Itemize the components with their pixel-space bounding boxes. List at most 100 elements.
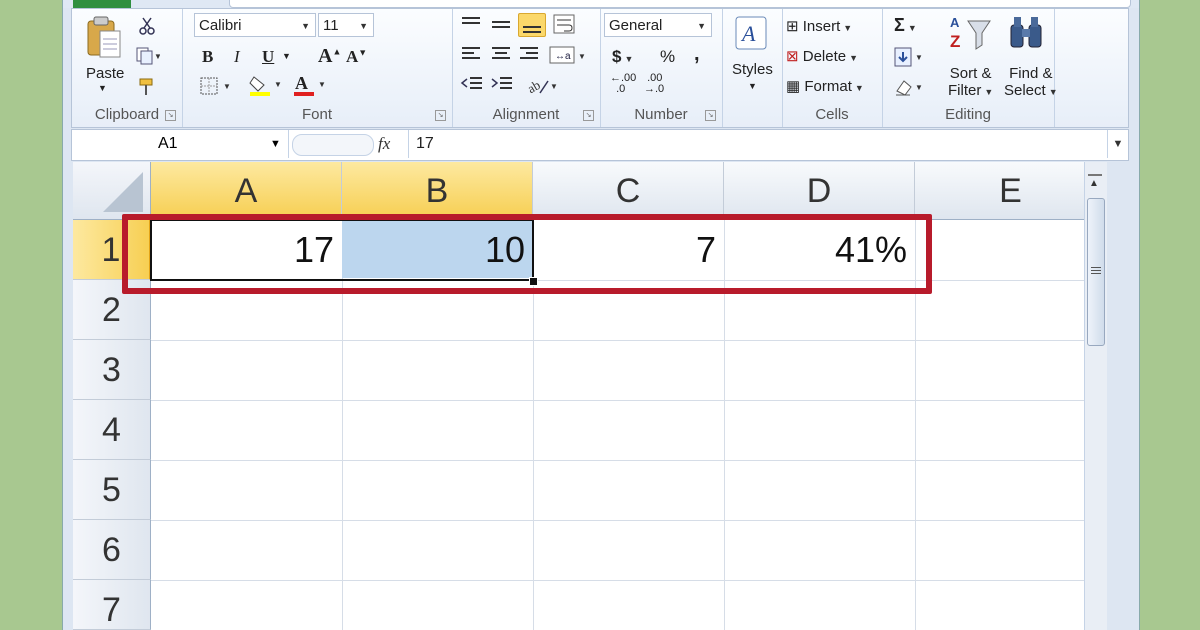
decrease-decimal-icon[interactable]: .00 →.0	[644, 73, 664, 95]
paste-button[interactable]: Paste	[86, 65, 124, 82]
alignment-launcher-icon[interactable]: ↘	[583, 110, 594, 121]
row-header-5[interactable]: 5	[73, 460, 151, 520]
increase-indent-icon[interactable]	[490, 75, 514, 97]
binoculars-icon[interactable]	[1008, 15, 1044, 55]
grid-line	[151, 400, 1107, 401]
clear-button[interactable]: ▼	[894, 77, 924, 101]
styles-group: A Styles ▼	[722, 9, 783, 127]
clipboard-launcher-icon[interactable]: ↘	[165, 110, 176, 121]
row-header-7[interactable]: 7	[73, 580, 151, 630]
scroll-thumb[interactable]	[1087, 198, 1105, 346]
chevron-down-icon[interactable]: ▼	[270, 130, 281, 158]
comma-button[interactable]: ,	[694, 43, 700, 66]
row-header-3[interactable]: 3	[73, 340, 151, 400]
formula-input[interactable]: 17	[416, 130, 434, 158]
currency-button[interactable]: $ ▼	[612, 47, 633, 67]
grow-font-icon[interactable]: A▲	[318, 45, 341, 68]
file-tab[interactable]	[73, 0, 131, 8]
bottom-align-icon[interactable]	[518, 13, 546, 37]
number-launcher-icon[interactable]: ↘	[705, 110, 716, 121]
select-label: Select	[1004, 82, 1046, 99]
find-select-button[interactable]: Find & Select ▼	[1004, 65, 1058, 101]
column-header-b[interactable]: B	[342, 162, 533, 220]
insert-button[interactable]: ⊞ Insert ▼	[786, 17, 852, 35]
delete-button[interactable]: ⊠ Delete ▼	[786, 47, 858, 65]
format-cells-icon: ▦	[786, 78, 801, 95]
svg-text:▼: ▼	[318, 80, 326, 89]
cells-group: ⊞ Insert ▼ ⊠ Delete ▼ ▦ Format ▼ Cells	[782, 9, 883, 127]
column-header-a[interactable]: A	[151, 162, 342, 220]
font-label: Font	[301, 106, 332, 123]
svg-text:↔a: ↔a	[555, 51, 571, 62]
borders-icon[interactable]: ▼	[200, 77, 232, 99]
chevron-down-icon: ▼	[907, 23, 917, 33]
sort-filter-icon[interactable]: AZ	[948, 13, 992, 57]
insert-cells-icon: ⊞	[786, 18, 799, 35]
fill-color-icon[interactable]: ▼	[248, 73, 284, 101]
svg-text:A: A	[295, 73, 308, 93]
decrease-indent-icon[interactable]	[460, 75, 484, 97]
row-header-6[interactable]: 6	[73, 520, 151, 580]
paste-arrow-icon[interactable]: ▼	[98, 83, 107, 93]
row-header-4[interactable]: 4	[73, 400, 151, 460]
middle-align-icon[interactable]	[490, 15, 512, 37]
bold-button[interactable]: B	[202, 47, 213, 67]
styles-icon[interactable]: A	[734, 15, 768, 55]
editing-group: Σ ▼ ▼ ▼ AZ Sort & Filter ▼ Find & Select ▼ Ed…	[882, 9, 1058, 127]
scroll-up-icon[interactable]: ▲	[1089, 178, 1099, 189]
number-label: Number	[634, 106, 688, 123]
top-align-icon[interactable]	[460, 15, 482, 37]
insert-function-icon[interactable]: fx	[378, 130, 406, 158]
chevron-down-icon: ▼	[854, 83, 864, 93]
font-launcher-icon[interactable]: ↘	[435, 110, 446, 121]
select-all-corner[interactable]	[73, 162, 151, 220]
number-group: General ▼ $ ▼ % , ←.00 .0 .00 →.0 Number ↘	[600, 9, 723, 127]
orientation-icon[interactable]: ab ▼	[525, 75, 560, 99]
alignment-group: ↔a ▼ ab ▼ Alignment ↘	[452, 9, 601, 127]
sort-filter-button[interactable]: Sort & Filter ▼	[948, 65, 993, 101]
expand-formula-icon[interactable]: ▼	[1107, 130, 1128, 158]
delete-label: Delete	[802, 48, 847, 65]
split-handle[interactable]	[1088, 164, 1102, 176]
chevron-down-icon: ▼	[697, 21, 706, 31]
column-header-c[interactable]: C	[533, 162, 724, 220]
font-name-dropdown[interactable]: Calibri ▼	[194, 13, 316, 37]
paste-icon[interactable]	[84, 15, 124, 59]
italic-button[interactable]: I	[234, 47, 240, 67]
merge-center-icon[interactable]: ↔a ▼	[548, 45, 588, 69]
styles-arrow-icon[interactable]: ▼	[748, 81, 757, 91]
font-size-dropdown[interactable]: 11 ▼	[318, 13, 374, 37]
formula-resize-handle[interactable]	[292, 134, 374, 156]
currency-symbol: $	[612, 47, 622, 66]
font-size-value: 11	[323, 17, 339, 34]
name-box-value: A1	[158, 135, 178, 152]
format-painter-icon[interactable]	[138, 77, 158, 101]
number-format-dropdown[interactable]: General ▼	[604, 13, 712, 37]
editing-label: Editing	[945, 106, 991, 123]
styles-button[interactable]: Styles	[732, 61, 773, 78]
underline-button[interactable]: U	[262, 47, 274, 67]
column-header-d[interactable]: D	[724, 162, 915, 220]
cut-icon[interactable]	[138, 17, 156, 39]
svg-text:▼: ▼	[154, 52, 160, 61]
copy-icon[interactable]: ▼	[136, 47, 162, 69]
chevron-down-icon: ▼	[843, 23, 853, 33]
percent-button[interactable]: %	[660, 47, 675, 67]
fill-button[interactable]: ▼	[894, 47, 924, 71]
increase-decimal-icon[interactable]: ←.00 .0	[610, 73, 636, 95]
grid-line	[151, 520, 1107, 521]
format-button[interactable]: ▦ Format ▼	[786, 77, 864, 95]
shrink-font-icon[interactable]: A▼	[346, 47, 367, 67]
name-box[interactable]: A1 ▼	[72, 130, 289, 158]
font-color-icon[interactable]: A ▼	[292, 73, 328, 101]
underline-arrow-icon[interactable]: ▼	[282, 51, 291, 61]
autosum-button[interactable]: Σ ▼	[894, 15, 917, 36]
vertical-scrollbar[interactable]: ▲	[1084, 162, 1107, 630]
wrap-text-icon[interactable]	[552, 13, 578, 39]
chevron-down-icon: ▼	[849, 53, 859, 63]
svg-text:▼: ▼	[274, 80, 282, 89]
column-header-e[interactable]: E	[915, 162, 1107, 220]
align-left-icon[interactable]	[460, 45, 482, 67]
align-center-icon[interactable]	[490, 45, 512, 67]
align-right-icon[interactable]	[518, 45, 540, 67]
